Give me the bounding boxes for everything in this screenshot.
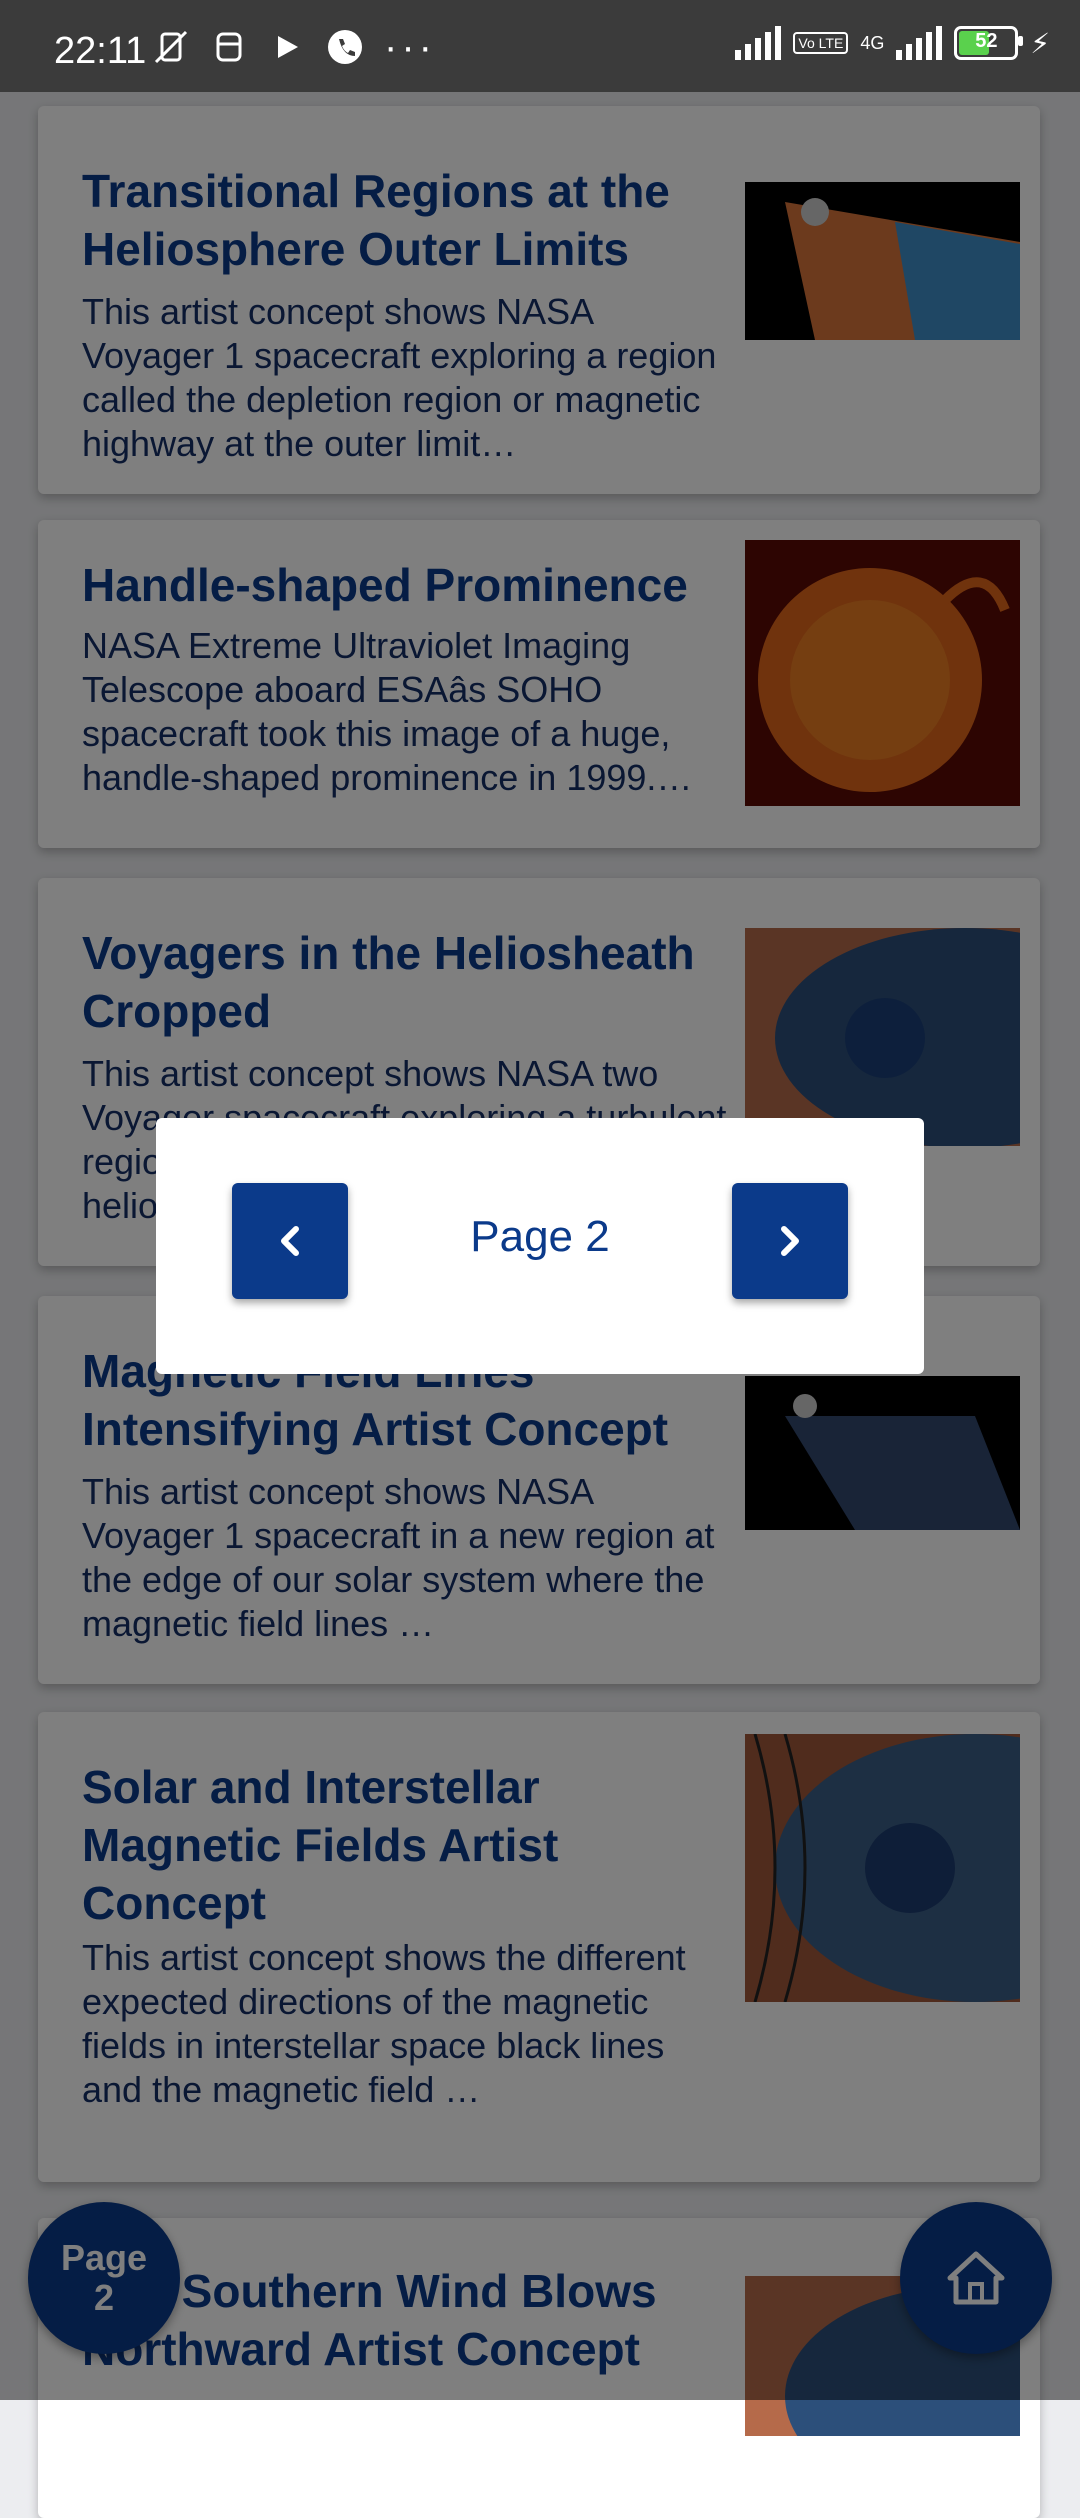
status-notification-icons: ···: [152, 25, 436, 69]
next-page-button[interactable]: [732, 1183, 848, 1299]
status-bar: 22:11 ··· Vo LTE 4G 52 ⚡: [0, 0, 1080, 92]
battery-icon: 52: [954, 26, 1024, 60]
network-type: 4G: [860, 33, 885, 53]
more-notifications-icon: ···: [384, 25, 436, 69]
play-store-icon: [278, 36, 298, 58]
signal-strength-icon: [735, 26, 782, 60]
volte-icon: Vo LTE: [793, 32, 849, 54]
pagination-dialog: Page 2: [156, 1118, 924, 1374]
vibrate-off-icon: [154, 30, 188, 64]
battery-level: 52: [975, 30, 998, 52]
status-time: 22:11: [54, 30, 147, 72]
phone-call-icon: [328, 30, 362, 64]
app-notification-icon: [216, 32, 242, 62]
charging-icon: ⚡: [1030, 27, 1050, 59]
chevron-right-icon: [781, 1226, 799, 1256]
status-system-icons: Vo LTE 4G 52 ⚡: [735, 26, 1050, 60]
signal-strength-icon-2: [896, 26, 943, 60]
